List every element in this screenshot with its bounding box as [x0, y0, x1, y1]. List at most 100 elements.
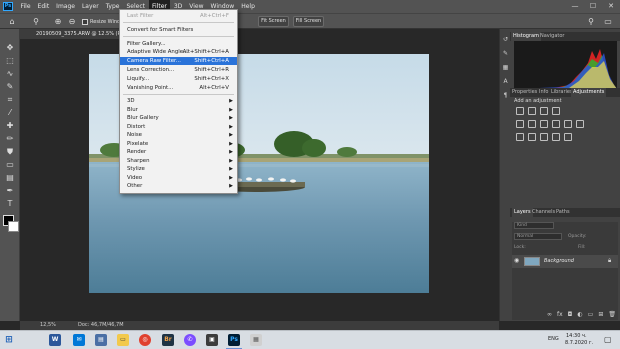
new-layer-icon[interactable]: ⊞: [598, 311, 603, 321]
character-panel-icon[interactable]: A: [501, 77, 510, 86]
tab-properties[interactable]: Properties: [512, 88, 537, 97]
zoom-tool-icon[interactable]: ⚲: [30, 16, 42, 27]
blend-mode-select[interactable]: Normal: [514, 233, 562, 240]
clock-date[interactable]: 8.7.2020 г.: [565, 340, 593, 346]
brush-tool-icon[interactable]: ✏: [2, 133, 18, 144]
menu-item-lens-correction[interactable]: Lens Correction... Shift+Ctrl+R: [120, 66, 237, 74]
history-panel-icon[interactable]: ↺: [501, 35, 510, 44]
menu-item-distort[interactable]: Distort ▶: [120, 123, 237, 131]
folder-app-icon[interactable]: ▭: [117, 334, 129, 346]
eyedropper-tool-icon[interactable]: ⁄: [2, 107, 18, 118]
menu-item-blur-gallery[interactable]: Blur Gallery ▶: [120, 114, 237, 122]
paragraph-panel-icon[interactable]: ¶: [501, 91, 510, 100]
tab-libraries[interactable]: Libraries: [551, 88, 573, 97]
gradient-tool-icon[interactable]: ▤: [2, 172, 18, 183]
zoom-out-icon[interactable]: ⊖: [66, 16, 78, 27]
media-app-icon[interactable]: ▣: [206, 334, 218, 346]
bridge-app-icon[interactable]: Br: [162, 334, 174, 346]
brush-settings-icon[interactable]: ✎: [501, 49, 510, 58]
vibrance-icon[interactable]: [516, 120, 524, 128]
menu-layer[interactable]: Layer: [78, 0, 102, 13]
close-button[interactable]: ✕: [602, 0, 620, 13]
workspace-icon[interactable]: ▭: [602, 16, 614, 27]
zoom-level[interactable]: 12,5%: [40, 321, 56, 330]
resize-windows-checkbox[interactable]: [82, 19, 88, 25]
move-tool-icon[interactable]: ✥: [2, 42, 18, 53]
notifications-icon[interactable]: ▢: [604, 335, 612, 344]
menu-image[interactable]: Image: [53, 0, 79, 13]
layer-style-icon[interactable]: fx: [557, 311, 563, 321]
menu-item-render[interactable]: Render ▶: [120, 148, 237, 156]
outlook-app-icon[interactable]: ✉: [73, 334, 85, 346]
link-layers-icon[interactable]: ∞: [547, 311, 552, 321]
menu-item-pixelate[interactable]: Pixelate ▶: [120, 140, 237, 148]
quick-select-tool-icon[interactable]: ✎: [2, 81, 18, 92]
menu-item-vanishing-point[interactable]: Vanishing Point... Alt+Ctrl+V: [120, 84, 237, 92]
selective-color-icon[interactable]: [564, 133, 572, 141]
menu-item-stylize[interactable]: Stylize ▶: [120, 165, 237, 173]
type-tool-icon[interactable]: T: [2, 198, 18, 209]
posterize-icon[interactable]: [528, 133, 536, 141]
menu-item-camera-raw-filter[interactable]: Camera Raw Filter... Shift+Ctrl+A: [120, 57, 237, 65]
eye-icon[interactable]: ◉: [514, 257, 519, 264]
gradient-map-icon[interactable]: [552, 133, 560, 141]
marquee-tool-icon[interactable]: ⬚: [2, 55, 18, 66]
photoshop-taskbar-icon[interactable]: Ps: [228, 334, 240, 346]
menu-edit[interactable]: Edit: [34, 0, 53, 13]
menu-item-blur[interactable]: Blur ▶: [120, 106, 237, 114]
layer-kind-filter[interactable]: Kind: [514, 222, 554, 229]
menu-help[interactable]: Help: [238, 0, 259, 13]
color-balance-icon[interactable]: [540, 120, 548, 128]
viber-app-icon[interactable]: ✆: [184, 334, 196, 346]
tab-navigator[interactable]: Navigator: [540, 32, 564, 41]
pen-tool-icon[interactable]: ✒: [2, 185, 18, 196]
menu-item-3d[interactable]: 3D ▶: [120, 97, 237, 105]
lasso-tool-icon[interactable]: ∿: [2, 68, 18, 79]
layer-name[interactable]: Background: [544, 258, 574, 264]
brightness-contrast-icon[interactable]: [516, 107, 524, 115]
zoom-in-icon[interactable]: ⊕: [52, 16, 64, 27]
menu-item-video[interactable]: Video ▶: [120, 174, 237, 182]
windows-start-icon[interactable]: ⊞: [3, 334, 15, 346]
fill-screen-button[interactable]: Fill Screen: [293, 16, 324, 27]
swatches-icon[interactable]: ▦: [501, 63, 510, 72]
photo-filter-icon[interactable]: [564, 120, 572, 128]
curves-icon[interactable]: [540, 107, 548, 115]
fit-screen-button[interactable]: Fit Screen: [258, 16, 289, 27]
tab-channels[interactable]: Channels: [532, 208, 555, 217]
background-color-swatch[interactable]: [8, 221, 19, 232]
menu-item-convert-smart-filters[interactable]: Convert for Smart Filters: [120, 26, 237, 34]
tab-layers[interactable]: Layers: [512, 208, 533, 217]
threshold-icon[interactable]: [540, 133, 548, 141]
crop-tool-icon[interactable]: ⌗: [2, 94, 18, 105]
minimize-button[interactable]: —: [566, 0, 584, 13]
hue-saturation-icon[interactable]: [528, 120, 536, 128]
maximize-button[interactable]: ☐: [584, 0, 602, 13]
menu-item-adaptive-wide-angle[interactable]: Adaptive Wide Angle... Alt+Shift+Ctrl+A: [120, 48, 237, 56]
levels-icon[interactable]: [528, 107, 536, 115]
stamp-tool-icon[interactable]: ⛊: [2, 146, 18, 157]
search-icon[interactable]: ⚲: [585, 16, 597, 27]
new-adjustment-icon[interactable]: ◐: [577, 311, 582, 321]
chrome-app-icon[interactable]: ◎: [139, 334, 151, 346]
exposure-icon[interactable]: [552, 107, 560, 115]
menu-item-noise[interactable]: Noise ▶: [120, 131, 237, 139]
layer-row-background[interactable]: ◉ Background 🔒︎: [512, 255, 618, 268]
clock-time[interactable]: 14:30 ч.: [566, 333, 587, 339]
trash-icon[interactable]: 🗑︎: [608, 311, 616, 321]
menu-file[interactable]: File: [17, 0, 34, 13]
file-explorer-icon[interactable]: ▤: [95, 334, 107, 346]
menu-item-filter-gallery[interactable]: Filter Gallery...: [120, 40, 237, 48]
word-app-icon[interactable]: W: [49, 334, 61, 346]
eraser-tool-icon[interactable]: ▭: [2, 159, 18, 170]
home-icon[interactable]: ⌂: [6, 16, 18, 27]
channel-mixer-icon[interactable]: [576, 120, 584, 128]
invert-icon[interactable]: [516, 133, 524, 141]
black-white-icon[interactable]: [552, 120, 560, 128]
explorer-window-icon[interactable]: ▦: [250, 334, 262, 346]
menu-item-sharpen[interactable]: Sharpen ▶: [120, 157, 237, 165]
menu-item-liquify[interactable]: Liquify... Shift+Ctrl+X: [120, 75, 237, 83]
tab-info[interactable]: Info: [539, 88, 548, 97]
add-mask-icon[interactable]: ◘: [568, 311, 573, 321]
tab-histogram[interactable]: Histogram: [511, 32, 541, 41]
